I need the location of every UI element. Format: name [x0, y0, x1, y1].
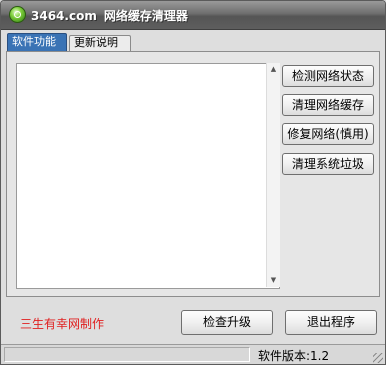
- window-title: 3464.com 网络缓存清理器: [31, 7, 188, 24]
- app-icon: [9, 6, 26, 23]
- credit-text: 三生有幸网制作: [20, 317, 105, 331]
- exit-button[interactable]: 退出程序: [285, 310, 377, 335]
- app-name: 网络缓存清理器: [103, 9, 188, 23]
- status-message-cell: [4, 347, 250, 362]
- check-network-button[interactable]: 检测网络状态: [282, 65, 374, 87]
- repair-network-button[interactable]: 修复网络(慎用): [282, 123, 374, 145]
- app-window: 3464.com 网络缓存清理器 软件功能 更新说明 ▲ ▼ 检测网络状态 清理网…: [0, 0, 386, 365]
- clean-junk-button[interactable]: 清理系统垃圾: [282, 153, 374, 175]
- version-label: 软件版本:1.2: [258, 349, 330, 363]
- tab-features[interactable]: 软件功能: [7, 33, 67, 51]
- site-name: 3464.com: [31, 9, 97, 23]
- tab-changelog[interactable]: 更新说明: [69, 35, 131, 51]
- status-bar: 软件版本:1.2: [1, 344, 385, 364]
- check-update-button[interactable]: 检查升级: [181, 310, 273, 335]
- resize-grip-icon[interactable]: [373, 353, 383, 363]
- clear-cache-button[interactable]: 清理网络缓存: [282, 94, 374, 116]
- features-panel: ▲ ▼ 检测网络状态 清理网络缓存 修复网络(慎用) 清理系统垃圾: [6, 51, 380, 297]
- title-bar[interactable]: 3464.com 网络缓存清理器: [1, 1, 385, 30]
- log-output[interactable]: [16, 63, 280, 289]
